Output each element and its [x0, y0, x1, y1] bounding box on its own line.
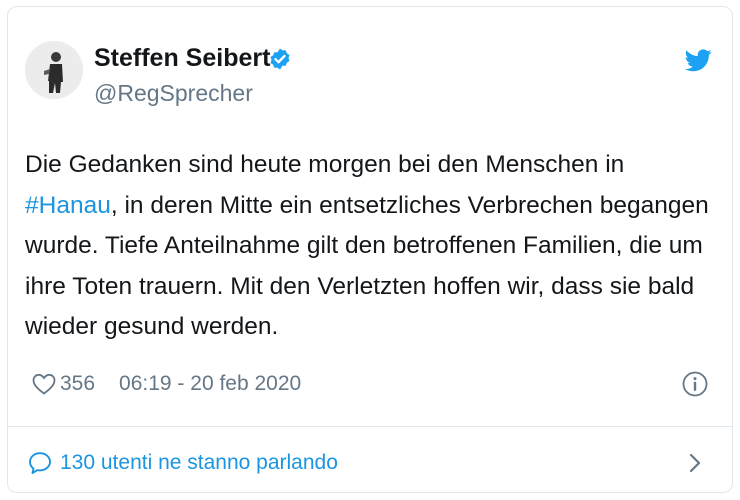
tweet-text: Die Gedanken sind heute morgen bei den M…: [25, 145, 715, 348]
tweet-meta: 356 06:19 - 20 feb 2020: [32, 369, 301, 399]
conversation-link[interactable]: 130 utenti ne stanno parlando: [28, 447, 338, 479]
chevron-right-icon[interactable]: [685, 451, 703, 475]
hashtag-link[interactable]: #Hanau: [25, 192, 111, 219]
divider: [8, 426, 732, 427]
speech-bubble-icon: [29, 452, 51, 474]
author-handle[interactable]: @RegSprecher: [94, 79, 253, 107]
tweet-card: Steffen Seibert @RegSprecher Die Gedanke…: [7, 6, 733, 493]
author-name[interactable]: Steffen Seibert: [94, 43, 270, 73]
tweet-text-part: Die Gedanken sind heute morgen bei den M…: [25, 151, 625, 178]
verified-badge-icon: [270, 48, 290, 70]
tweet-timestamp[interactable]: 06:19 - 20 feb 2020: [119, 372, 301, 396]
heart-icon[interactable]: [32, 373, 56, 395]
like-count[interactable]: 356: [60, 372, 95, 396]
twitter-bird-icon[interactable]: [685, 49, 712, 72]
user-photo-icon: [25, 41, 83, 99]
author-avatar[interactable]: [25, 41, 83, 99]
conversation-label[interactable]: 130 utenti ne stanno parlando: [60, 451, 338, 475]
tweet-text-part: , in deren Mitte ein entsetzliches Verbr…: [25, 191, 709, 341]
info-icon[interactable]: [682, 371, 708, 397]
